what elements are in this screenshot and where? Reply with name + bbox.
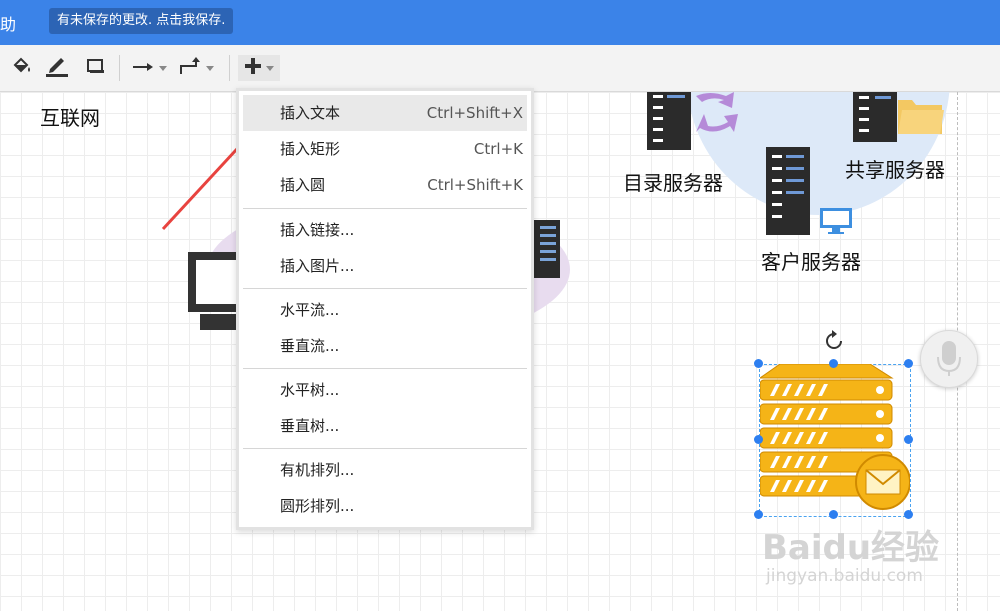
menu-divider — [243, 448, 527, 449]
chevron-down-icon — [159, 65, 167, 71]
rotate-handle-icon[interactable] — [824, 330, 844, 356]
resize-handle[interactable] — [754, 359, 763, 368]
elbow-connector-icon — [178, 56, 202, 80]
connection-style-dropdown[interactable] — [129, 55, 169, 81]
menu-item-insert-ellipse[interactable]: 插入圆 Ctrl+Shift+K — [243, 167, 527, 203]
menu-item-insert-link[interactable]: 插入链接... — [243, 212, 527, 248]
fill-color-button[interactable] — [8, 55, 36, 81]
menu-item-circle-layout[interactable]: 圆形排列... — [243, 488, 527, 524]
voice-input-button[interactable] — [920, 330, 978, 388]
menu-item-insert-image[interactable]: 插入图片... — [243, 248, 527, 284]
menu-divider — [243, 368, 527, 369]
client-server-label[interactable]: 客户服务器 — [761, 246, 861, 275]
menu-item-horizontal-flow[interactable]: 水平流... — [243, 292, 527, 328]
watermark-url: jingyan.baidu.com — [766, 566, 923, 586]
pen-icon — [44, 55, 70, 81]
resize-handle[interactable] — [829, 510, 838, 519]
sync-icon[interactable] — [690, 92, 740, 138]
menu-divider — [243, 208, 527, 209]
shadow-rect-icon — [84, 56, 106, 80]
microphone-icon — [937, 341, 961, 381]
menu-item-vertical-flow[interactable]: 垂直流... — [243, 328, 527, 364]
straight-arrow-icon — [131, 59, 155, 78]
resize-handle[interactable] — [904, 359, 913, 368]
mail-server-icon[interactable] — [758, 363, 911, 520]
resize-handle[interactable] — [754, 435, 763, 444]
folder-icon[interactable] — [896, 96, 946, 140]
directory-server-label[interactable]: 目录服务器 — [623, 167, 723, 196]
plus-icon — [244, 57, 262, 79]
top-menu-bar: 助 有未保存的更改. 点击我保存. — [0, 0, 1000, 45]
menu-item-vertical-tree[interactable]: 垂直树... — [243, 408, 527, 444]
watermark-brand: Baidu经验 — [762, 528, 940, 568]
help-menu[interactable]: 助 — [0, 11, 16, 35]
paint-bucket-icon — [11, 56, 33, 80]
server-tower-icon[interactable] — [766, 147, 810, 239]
menu-divider — [243, 288, 527, 289]
desktop-monitor-icon[interactable] — [818, 206, 854, 240]
toolbar-separator — [229, 55, 230, 81]
resize-handle[interactable] — [904, 435, 913, 444]
server-tower-icon[interactable] — [647, 92, 691, 154]
insert-dropdown-menu: 插入文本 Ctrl+Shift+X 插入矩形 Ctrl+K 插入圆 Ctrl+S… — [236, 88, 534, 530]
toolbar-separator — [119, 55, 120, 81]
menu-item-horizontal-tree[interactable]: 水平树... — [243, 372, 527, 408]
server-tower-icon[interactable] — [853, 92, 897, 146]
internet-label[interactable]: 互联网 — [40, 102, 100, 131]
unsaved-changes-notice[interactable]: 有未保存的更改. 点击我保存. — [49, 8, 234, 34]
line-color-button[interactable] — [42, 55, 72, 81]
menu-item-insert-rectangle[interactable]: 插入矩形 Ctrl+K — [243, 131, 527, 167]
waypoints-dropdown[interactable] — [176, 55, 216, 81]
shadow-button[interactable] — [82, 55, 108, 81]
resize-handle[interactable] — [829, 359, 838, 368]
server-tower-icon[interactable] — [530, 220, 560, 282]
menu-item-insert-text[interactable]: 插入文本 Ctrl+Shift+X — [243, 95, 527, 131]
resize-handle[interactable] — [904, 510, 913, 519]
toolbar — [0, 45, 1000, 92]
monitor-icon[interactable] — [186, 252, 238, 336]
resize-handle[interactable] — [754, 510, 763, 519]
menu-item-organic-layout[interactable]: 有机排列... — [243, 452, 527, 488]
insert-dropdown-button[interactable] — [238, 55, 280, 81]
chevron-down-icon — [206, 65, 214, 71]
chevron-down-icon — [266, 65, 274, 71]
shared-server-label[interactable]: 共享服务器 — [845, 154, 945, 183]
